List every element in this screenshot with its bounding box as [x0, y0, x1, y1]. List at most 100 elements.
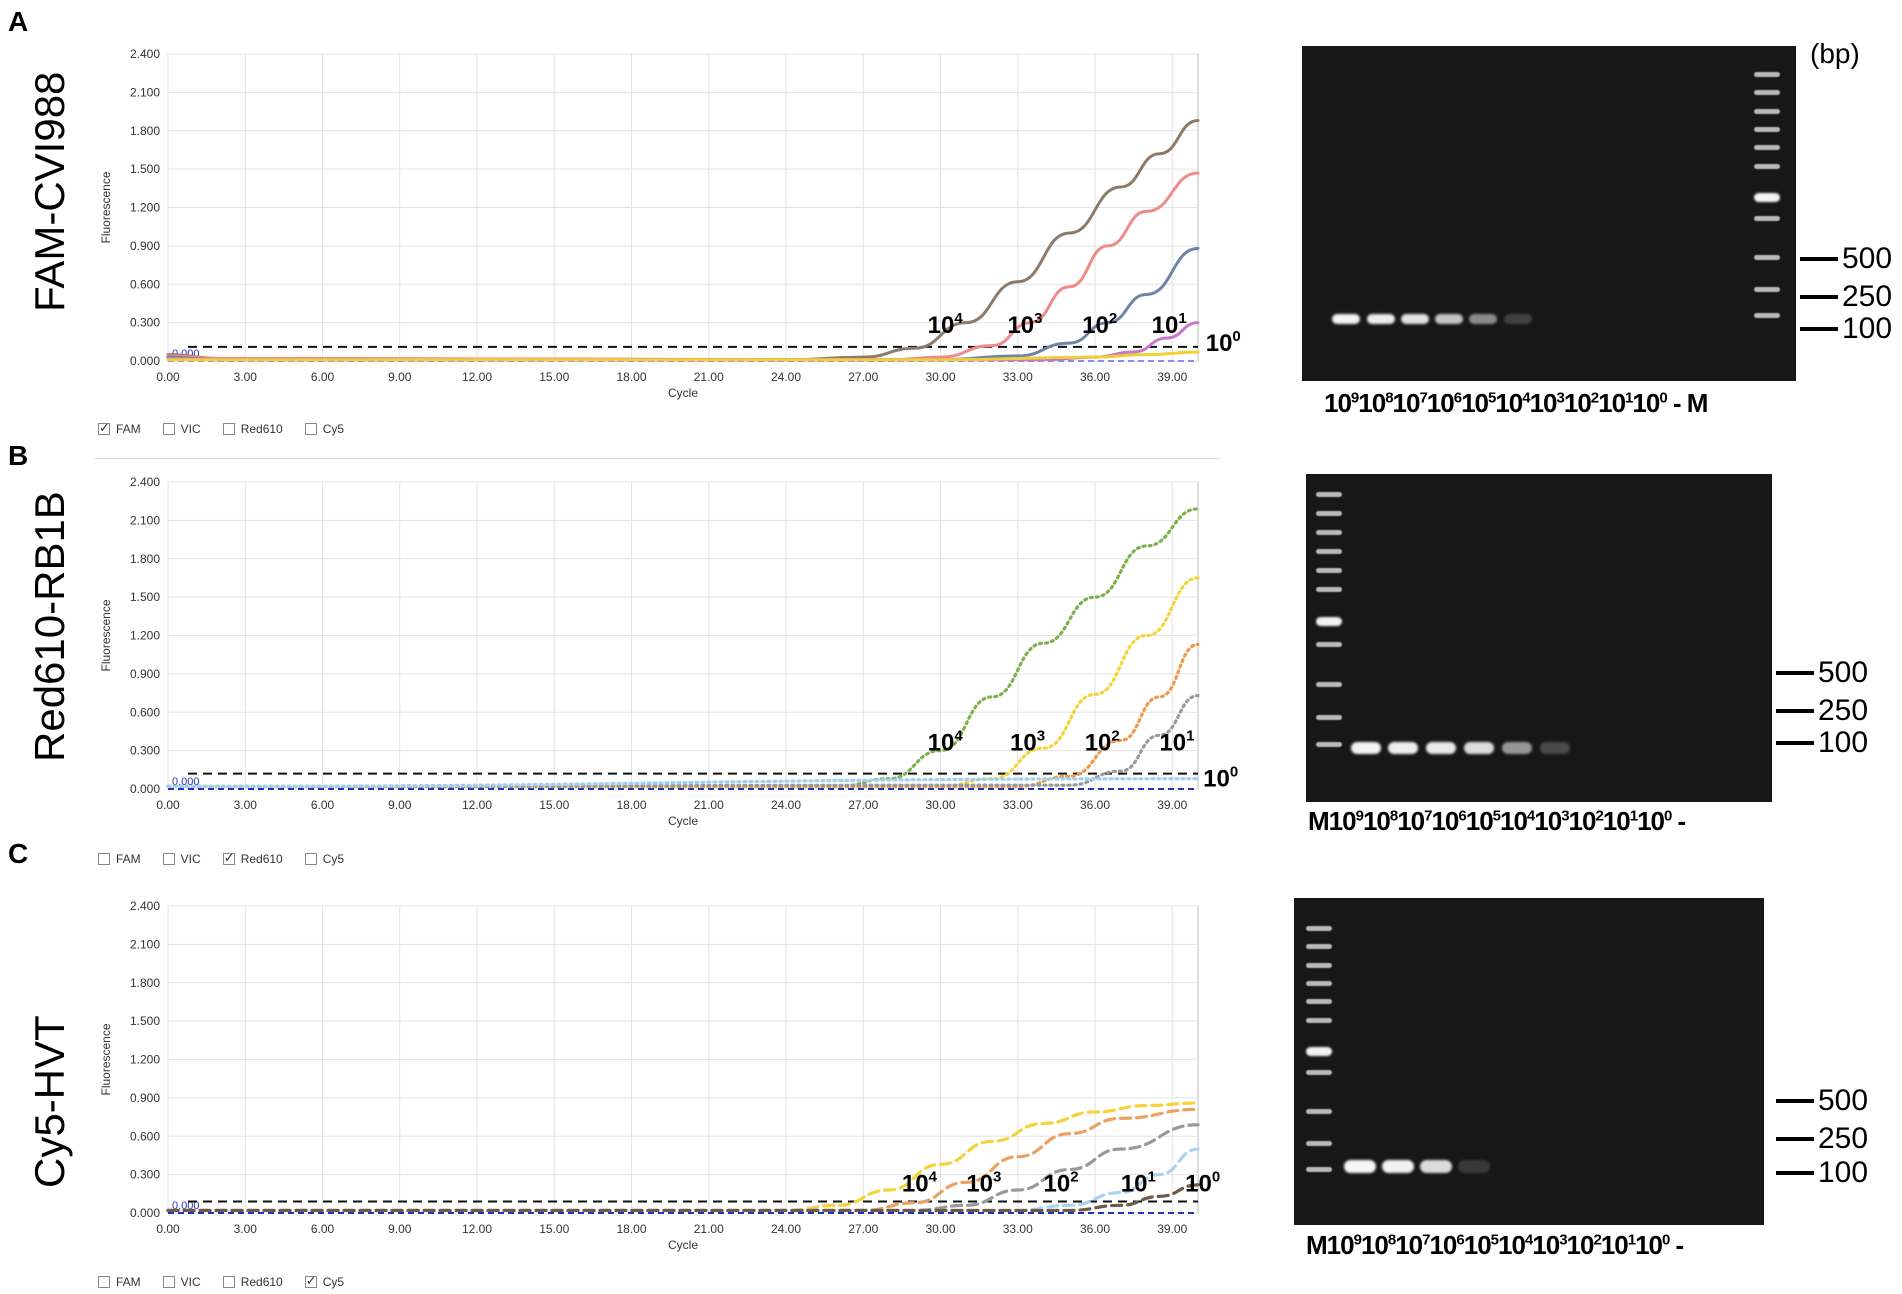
y-tick-label: 0.000 — [130, 1206, 160, 1220]
dilution-annotation: 100 — [1203, 763, 1238, 792]
channel-label: Cy5 — [322, 422, 345, 436]
x-tick-label: 0.00 — [156, 798, 180, 812]
gel-band — [1316, 617, 1342, 627]
channel-legend-c: FAM VIC Red610 Cy5 — [98, 1273, 344, 1289]
gel-band — [1464, 742, 1494, 754]
y-tick-label: 0.300 — [130, 1168, 160, 1182]
checkbox[interactable] — [222, 423, 235, 435]
checkbox[interactable] — [98, 853, 110, 865]
gel-band — [1502, 742, 1532, 754]
channel-checkbox-vic[interactable]: VIC — [162, 1275, 201, 1289]
gel-lane-label: 101 — [1598, 388, 1633, 418]
checkbox[interactable] — [162, 423, 175, 435]
bp-marker-250-c: 250 — [1776, 1122, 1868, 1156]
gel-lane-label: 109 — [1326, 1230, 1362, 1260]
gel-band — [1316, 549, 1342, 555]
bp-marker-500-b: 500 — [1776, 656, 1868, 690]
gel-band — [1344, 1160, 1376, 1173]
gel-band — [1306, 981, 1332, 987]
y-axis-label: Fluorescence — [99, 599, 113, 671]
checkbox[interactable] — [304, 853, 317, 865]
x-tick-label: 27.00 — [848, 798, 878, 812]
gel-band — [1754, 192, 1780, 202]
x-tick-label: 0.00 — [156, 370, 180, 384]
y-tick-label: 1.500 — [130, 590, 160, 604]
gel-lane-label: 103 — [1529, 388, 1565, 418]
gel-band — [1306, 1109, 1332, 1115]
gel-lane-label: 107 — [1395, 1230, 1430, 1260]
checkbox[interactable] — [222, 1276, 235, 1288]
gel-band — [1754, 108, 1780, 114]
amplification-chart-c: 0.000 0.300 0.600 0.900 1.200 1.500 1.800 2.100… — [99, 899, 1220, 1252]
bp-marker-500-c: 500 — [1776, 1084, 1868, 1118]
x-tick-label: 36.00 — [1080, 798, 1110, 812]
checkbox[interactable] — [304, 423, 317, 435]
channel-checkbox-red610[interactable]: Red610 — [222, 1275, 283, 1289]
channel-checkbox-cy5[interactable]: Cy5 — [304, 422, 345, 436]
checkbox[interactable] — [304, 1273, 317, 1289]
channel-checkbox-fam[interactable]: FAM — [98, 1275, 141, 1289]
gel-band — [1754, 313, 1780, 319]
checkbox[interactable] — [98, 420, 110, 436]
gel-band — [1754, 127, 1780, 133]
gel-band — [1306, 1046, 1332, 1056]
x-tick-label: 3.00 — [234, 1222, 258, 1236]
gel-lane-label: 105 — [1465, 806, 1501, 836]
x-tick-label: 27.00 — [848, 370, 878, 384]
y-tick-label: 0.000 — [130, 782, 160, 796]
channel-checkbox-cy5[interactable]: Cy5 — [304, 852, 344, 866]
channel-checkbox-vic[interactable]: VIC — [162, 422, 201, 436]
y-tick-label: 1.800 — [130, 552, 160, 566]
checkbox[interactable] — [162, 1276, 175, 1288]
x-tick-label: 9.00 — [388, 370, 412, 384]
channel-checkbox-fam[interactable]: FAM — [98, 420, 141, 436]
gel-band — [1351, 742, 1381, 754]
channel-checkbox-red610[interactable]: Red610 — [222, 422, 283, 436]
bp-marker-250-b: 250 — [1776, 694, 1868, 728]
gel-band — [1754, 90, 1780, 96]
x-tick-label: 15.00 — [539, 1222, 569, 1236]
channel-checkbox-vic[interactable]: VIC — [162, 852, 201, 866]
channel-checkbox-red610[interactable]: Red610 — [222, 850, 283, 866]
gel-lane-label: 108 — [1360, 1230, 1396, 1260]
gel-band — [1306, 1140, 1332, 1146]
y-tick-label: 1.200 — [130, 629, 160, 643]
y-tick-label: 0.600 — [130, 705, 160, 719]
x-tick-label: 39.00 — [1157, 1222, 1187, 1236]
x-tick-label: 6.00 — [311, 370, 335, 384]
channel-checkbox-cy5[interactable]: Cy5 — [304, 1273, 344, 1289]
gel-image-c — [1294, 898, 1764, 1225]
y-axis-label: Fluorescence — [99, 1023, 113, 1095]
x-tick-label: 0.00 — [156, 1222, 180, 1236]
x-tick-label: 24.00 — [771, 1222, 801, 1236]
gel-band — [1306, 944, 1332, 950]
checkbox[interactable] — [162, 853, 175, 865]
gel-lane-label: - — [1669, 1230, 1685, 1260]
y-tick-label: 1.800 — [130, 124, 160, 138]
gel-lane-label: M — [1686, 388, 1709, 418]
gel-band — [1458, 1160, 1490, 1173]
gel-image-a — [1302, 46, 1796, 381]
gel-band — [1469, 314, 1497, 324]
channel-checkbox-fam[interactable]: FAM — [98, 852, 141, 866]
x-tick-label: 3.00 — [234, 370, 258, 384]
dilution-annotation: 100 — [1185, 1168, 1220, 1197]
channel-label: VIC — [180, 422, 201, 436]
x-tick-label: 9.00 — [388, 798, 412, 812]
gel-lane-label: - — [1666, 388, 1687, 418]
x-tick-label: 24.00 — [771, 798, 801, 812]
channel-label: VIC — [180, 852, 201, 866]
channel-label: FAM — [116, 422, 141, 436]
gel-band — [1367, 314, 1395, 324]
gel-lane-labels-b: M109108107106105104103102101100 - — [1308, 806, 1686, 837]
checkbox[interactable] — [222, 850, 235, 866]
x-tick-label: 18.00 — [616, 798, 646, 812]
gel-lane-label: 105 — [1461, 388, 1496, 418]
x-tick-label: 33.00 — [1003, 1222, 1033, 1236]
x-axis-label: Cycle — [668, 386, 698, 400]
gel-band — [1316, 492, 1342, 497]
y-tick-label: 0.300 — [130, 316, 160, 330]
panel-letter-a: A — [8, 6, 29, 37]
checkbox[interactable] — [98, 1276, 110, 1288]
y-axis-label: Fluorescence — [99, 171, 113, 243]
